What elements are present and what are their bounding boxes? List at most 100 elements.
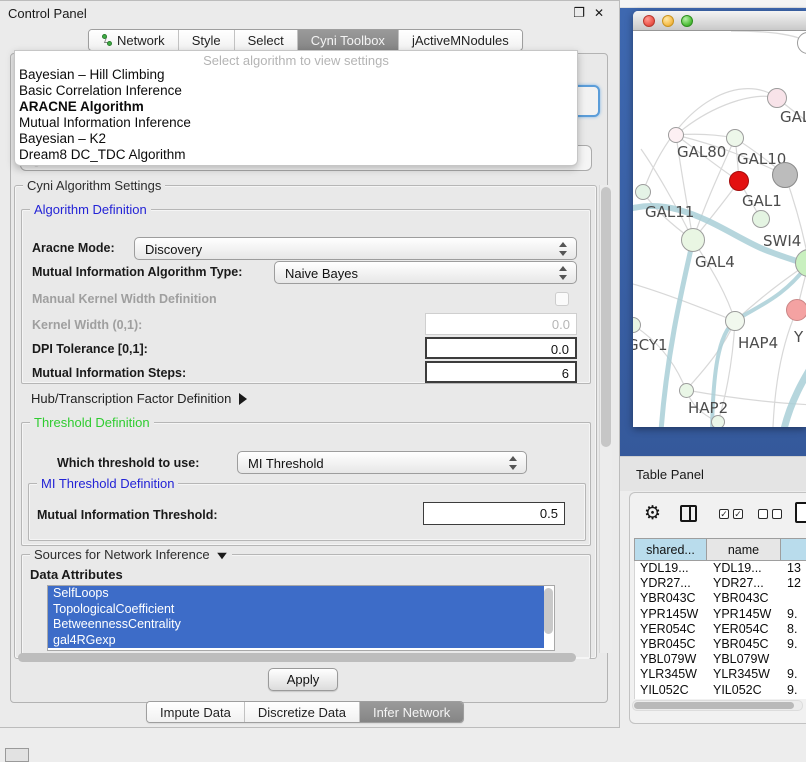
which-threshold-value: MI Threshold xyxy=(248,456,324,471)
cyni-algorithm-settings-group: Cyni Algorithm Settings Algorithm Defini… xyxy=(14,185,597,659)
column-header-shared[interactable]: shared... xyxy=(634,538,707,561)
table-cell: YBR043C xyxy=(635,591,708,606)
table-cell: YDL19... xyxy=(635,561,708,576)
table-row[interactable]: YDL19...YDL19...13 xyxy=(635,561,806,576)
tab-cyni-toolbox[interactable]: Cyni Toolbox xyxy=(298,30,399,50)
tab-label: Style xyxy=(192,33,221,48)
aracne-mode-combo[interactable]: Discovery xyxy=(134,237,577,260)
network-node-hap2[interactable] xyxy=(679,383,694,398)
network-node-hap4[interactable] xyxy=(725,311,745,331)
hub-definition-expander[interactable]: Hub/Transcription Factor Definition xyxy=(31,391,247,406)
column-header-name[interactable]: name xyxy=(707,538,781,561)
mac-minimize-icon[interactable] xyxy=(662,15,674,27)
table-row[interactable]: YBR045CYBR045C9. xyxy=(635,637,806,652)
unchecked-checkbox-icon[interactable] xyxy=(758,509,768,519)
table-hscroll-thumb[interactable] xyxy=(634,702,794,709)
data-attribute-item[interactable]: SelfLoops xyxy=(48,586,544,602)
network-node-gal11[interactable] xyxy=(635,184,651,200)
table-row[interactable]: YDR27...YDR27...12 xyxy=(635,576,806,591)
mi-steps-field[interactable]: 6 xyxy=(425,361,577,383)
tab-impute-data[interactable]: Impute Data xyxy=(147,702,245,722)
list-scrollbar-thumb[interactable] xyxy=(544,588,553,634)
cyni-bottom-tabbar: Impute DataDiscretize DataInfer Network xyxy=(146,701,464,723)
mac-zoom-icon[interactable] xyxy=(681,15,693,27)
dpi-tolerance-field[interactable]: 0.0 xyxy=(425,337,577,359)
algorithm-menu-item[interactable]: Bayesian – K2 xyxy=(15,131,577,147)
tab-jactivemnodules[interactable]: jActiveMNodules xyxy=(399,30,522,50)
collapsed-arrow-icon xyxy=(239,393,247,405)
control-panel-titlebar: Control Panel ❐ ✕ xyxy=(0,1,619,25)
apply-button[interactable]: Apply xyxy=(268,668,338,691)
minimized-frame-icon[interactable] xyxy=(5,748,29,762)
network-node-gal1[interactable] xyxy=(729,171,749,191)
network-node-swi4[interactable] xyxy=(752,210,770,228)
network-node-gal10[interactable] xyxy=(726,129,744,147)
mac-close-icon[interactable] xyxy=(643,15,655,27)
algorithm-menu-item[interactable]: Mutual Information Inference xyxy=(15,115,577,131)
network-desktop: GALGAL80GAL10GAL1SWI4GAL11GAL4GCY1HAP4YH… xyxy=(620,8,806,456)
table-row[interactable]: YIL052CYIL052C9. xyxy=(635,683,806,698)
algorithm-menu-item[interactable]: ARACNE Algorithm xyxy=(15,99,577,115)
data-attributes-label: Data Attributes xyxy=(30,567,123,582)
manual-kernel-width-checkbox[interactable] xyxy=(555,292,569,306)
checked-checkbox-icon[interactable]: ✓ xyxy=(733,509,743,519)
table-row[interactable]: YBL079WYBL079W xyxy=(635,652,806,667)
algorithm-menu-item[interactable]: Basic Correlation Inference xyxy=(15,83,577,99)
table-row[interactable]: YLR345WYLR345W9. xyxy=(635,667,806,682)
table-header-row: shared...nameA xyxy=(634,538,806,561)
tab-infer-network[interactable]: Infer Network xyxy=(360,702,463,722)
network-window: GALGAL80GAL10GAL1SWI4GAL11GAL4GCY1HAP4YH… xyxy=(633,11,806,427)
unchecked-checkbox-icon[interactable] xyxy=(772,509,782,519)
settings-vscroll-thumb[interactable] xyxy=(601,187,611,447)
table-row[interactable]: YPR145WYPR145W9. xyxy=(635,607,806,622)
checked-checkbox-icon[interactable]: ✓ xyxy=(719,509,729,519)
network-node-y[interactable] xyxy=(786,299,806,321)
close-window-icon[interactable]: ✕ xyxy=(591,5,607,21)
data-attribute-item[interactable]: BetweennessCentrality xyxy=(48,617,544,633)
data-attribute-item[interactable]: gal4RGexp xyxy=(48,633,544,649)
columns-icon[interactable] xyxy=(680,505,697,522)
table-cell: YBR045C xyxy=(708,637,782,652)
table-row[interactable]: YBR043CYBR043C xyxy=(635,591,806,606)
network-node[interactable] xyxy=(772,162,798,188)
mi-algorithm-type-combo[interactable]: Naive Bayes xyxy=(274,261,577,284)
network-window-titlebar xyxy=(633,11,806,31)
which-threshold-combo[interactable]: MI Threshold xyxy=(237,451,527,474)
algorithm-select-popup: Select algorithm to view settings Bayesi… xyxy=(14,50,578,166)
table-body: YDL19...YDL19...13YDR27...YDR27...12YBR0… xyxy=(634,561,806,699)
control-panel-window: Control Panel ❐ ✕ NetworkStyleSelectCyni… xyxy=(0,0,620,728)
algorithm-menu-item[interactable]: Bayesian – Hill Climbing xyxy=(15,67,577,83)
mi-threshold-field[interactable]: 0.5 xyxy=(423,502,565,525)
settings-vertical-scrollbar[interactable] xyxy=(599,185,612,653)
data-attribute-item[interactable]: TopologicalCoefficient xyxy=(48,602,544,618)
table-function-icon[interactable] xyxy=(795,502,806,523)
table-cell: YDR27... xyxy=(635,576,708,591)
combo-stepper-icon xyxy=(508,456,517,470)
table-cell: YLR345W xyxy=(708,667,782,682)
kernel-width-field[interactable]: 0.0 xyxy=(425,313,577,335)
network-icon xyxy=(102,34,113,46)
tab-select[interactable]: Select xyxy=(235,30,298,50)
float-window-icon[interactable]: ❐ xyxy=(571,5,587,21)
table-row[interactable]: YER054CYER054C8. xyxy=(635,622,806,637)
tab-network[interactable]: Network xyxy=(89,30,179,50)
network-node[interactable] xyxy=(711,415,725,427)
settings-hscroll-thumb[interactable] xyxy=(18,653,576,662)
table-horizontal-scrollbar[interactable] xyxy=(632,700,803,711)
tab-style[interactable]: Style xyxy=(179,30,235,50)
node-table: shared...nameA YDL19...YDL19...13YDR27..… xyxy=(634,538,806,699)
network-node-gal80[interactable] xyxy=(668,127,684,143)
gear-icon[interactable]: ⚙ xyxy=(644,502,661,525)
tab-discretize-data[interactable]: Discretize Data xyxy=(245,702,360,722)
settings-horizontal-scrollbar[interactable] xyxy=(16,652,594,663)
node-label: Y xyxy=(794,328,803,346)
algorithm-menu-item[interactable]: Dream8 DC_TDC Algorithm xyxy=(15,147,577,163)
sources-title[interactable]: Sources for Network Inference xyxy=(30,547,232,562)
tab-label: jActiveMNodules xyxy=(412,33,509,48)
network-node-gal[interactable] xyxy=(767,88,787,108)
network-canvas[interactable]: GALGAL80GAL10GAL1SWI4GAL11GAL4GCY1HAP4YH… xyxy=(633,31,806,427)
network-node-gal4[interactable] xyxy=(681,228,705,252)
column-header-A[interactable]: A xyxy=(781,538,806,561)
sources-group: Sources for Network Inference Data Attri… xyxy=(21,554,591,659)
settings-group-title: Cyni Algorithm Settings xyxy=(23,178,165,193)
